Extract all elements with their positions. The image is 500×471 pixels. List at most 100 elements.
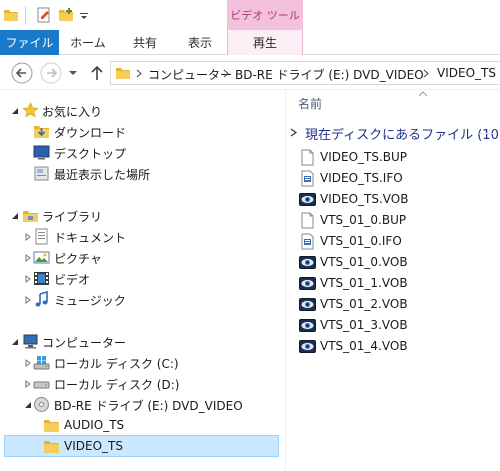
expanded-chevron-icon[interactable] (12, 107, 18, 115)
pictures-icon (33, 251, 50, 264)
column-header-name[interactable]: 名前 (298, 95, 322, 112)
group-divider (479, 133, 497, 134)
nav-item-videos[interactable]: ビデオ (0, 268, 281, 289)
up-arrow-icon[interactable] (90, 65, 104, 81)
customize-quick-access-icon[interactable] (80, 12, 88, 20)
tab-share[interactable]: 共有 (117, 30, 173, 55)
collapsed-chevron-icon[interactable] (25, 233, 31, 241)
nav-item-audio-ts[interactable]: AUDIO_TS (0, 415, 281, 436)
collapsed-chevron-icon[interactable] (25, 380, 31, 388)
file-name: VTS_01_1.VOB (320, 276, 408, 290)
nav-item-recent-places[interactable]: 最近表示した場所 (0, 163, 281, 184)
file-item[interactable]: VTS_01_3.VOB (299, 315, 500, 336)
title-bar: ビデオ ツール (0, 0, 500, 30)
nav-item-pictures[interactable]: ピクチャ (0, 247, 281, 268)
file-name: VIDEO_TS.IFO (320, 171, 403, 185)
file-item[interactable]: VTS_01_0.VOB (299, 252, 500, 273)
file-item[interactable]: VTS_01_4.VOB (299, 336, 500, 357)
expanded-chevron-icon[interactable] (12, 338, 18, 346)
nav-libraries[interactable]: ライブラリ (0, 205, 281, 226)
vob-file-icon (299, 319, 316, 332)
nav-item-bd-drive[interactable]: BD-RE ドライブ (E:) DVD_VIDEO (0, 394, 281, 415)
expanded-chevron-icon[interactable] (25, 401, 31, 409)
nav-item-label: ローカル ディスク (D:) (54, 378, 180, 392)
nav-item-label: ダウンロード (54, 126, 127, 140)
system-drive-icon (33, 356, 50, 370)
file-item[interactable]: VTS_01_0.BUP (299, 210, 500, 231)
blank-file-icon (301, 212, 314, 229)
ifo-file-icon (301, 170, 314, 187)
ribbon-tabs: ファイル ホーム 共有 表示 再生 (0, 30, 500, 55)
folder-icon (116, 68, 130, 79)
sort-ascending-icon (419, 91, 427, 96)
file-item[interactable]: VIDEO_TS.IFO (299, 168, 500, 189)
group-header[interactable]: 現在ディスクにあるファイル (10) (286, 121, 500, 145)
nav-item-label: BD-RE ドライブ (E:) DVD_VIDEO (54, 399, 243, 413)
collapsed-chevron-icon[interactable] (25, 254, 31, 262)
videos-icon (34, 272, 49, 285)
nav-favorites[interactable]: お気に入り (0, 100, 281, 121)
chevron-right-icon[interactable] (223, 69, 229, 78)
new-folder-icon[interactable] (58, 7, 74, 23)
file-name: VTS_01_0.VOB (320, 255, 408, 269)
file-item[interactable]: VIDEO_TS.VOB (299, 189, 500, 210)
forward-button[interactable] (40, 62, 62, 84)
back-button[interactable] (11, 62, 33, 84)
navigation-bar: コンピューター BD-RE ドライブ (E:) DVD_VIDEO VIDEO_… (0, 56, 500, 90)
file-name: VTS_01_4.VOB (320, 339, 408, 353)
nav-item-drive-c[interactable]: ローカル ディスク (C:) (0, 352, 281, 373)
nav-favorites-label: お気に入り (42, 105, 103, 119)
file-name: VTS_01_2.VOB (320, 297, 408, 311)
nav-item-downloads[interactable]: ダウンロード (0, 121, 281, 142)
recent-locations-icon[interactable] (69, 69, 77, 77)
tab-play[interactable]: 再生 (227, 30, 303, 55)
quick-access-separator (25, 6, 26, 24)
chevron-right-icon[interactable] (136, 69, 142, 78)
folder-icon (44, 420, 59, 432)
star-icon (22, 102, 39, 118)
breadcrumb-video-ts[interactable]: VIDEO_TS (437, 66, 496, 80)
tab-home[interactable]: ホーム (59, 30, 117, 55)
nav-item-label: ビデオ (54, 273, 91, 287)
chevron-right-icon[interactable] (423, 69, 429, 78)
address-bar[interactable]: コンピューター BD-RE ドライブ (E:) DVD_VIDEO VIDEO_… (110, 61, 500, 85)
vob-file-icon (299, 340, 316, 353)
file-item[interactable]: VTS_01_1.VOB (299, 273, 500, 294)
blank-file-icon (301, 149, 314, 166)
properties-icon[interactable] (36, 7, 52, 23)
group-expanded-chevron-icon[interactable] (290, 128, 298, 137)
vob-file-icon (299, 193, 316, 206)
nav-item-label: デスクトップ (54, 147, 127, 161)
file-name: VTS_01_3.VOB (320, 318, 408, 332)
breadcrumb-computer[interactable]: コンピューター (148, 66, 232, 83)
nav-item-desktop[interactable]: デスクトップ (0, 142, 281, 163)
folder-icon[interactable] (3, 7, 19, 23)
nav-item-label: ドキュメント (54, 231, 127, 245)
nav-item-music[interactable]: ミュージック (0, 289, 281, 310)
expanded-chevron-icon[interactable] (12, 212, 18, 220)
libraries-icon (23, 211, 38, 222)
nav-computer-label: コンピューター (42, 336, 127, 350)
nav-item-label: 最近表示した場所 (54, 168, 151, 182)
file-item[interactable]: VIDEO_TS.BUP (299, 147, 500, 168)
folder-icon (44, 441, 59, 453)
file-name: VTS_01_0.BUP (320, 213, 407, 227)
nav-libraries-label: ライブラリ (42, 210, 103, 224)
nav-item-video-ts[interactable]: VIDEO_TS (4, 435, 279, 457)
group-title: 現在ディスクにあるファイル (10) (305, 128, 500, 143)
tab-view[interactable]: 表示 (173, 30, 227, 55)
collapsed-chevron-icon[interactable] (25, 359, 31, 367)
nav-computer[interactable]: コンピューター (0, 331, 281, 352)
collapsed-chevron-icon[interactable] (25, 296, 31, 304)
file-name: VIDEO_TS.VOB (320, 192, 409, 206)
tab-file[interactable]: ファイル (0, 30, 59, 55)
file-list-pane: 名前 現在ディスクにあるファイル (10) VIDEO_TS.BUP VIDEO… (286, 91, 500, 471)
file-item[interactable]: VTS_01_0.IFO (299, 231, 500, 252)
nav-item-drive-d[interactable]: ローカル ディスク (D:) (0, 373, 281, 394)
collapsed-chevron-icon[interactable] (25, 275, 31, 283)
file-item[interactable]: VTS_01_2.VOB (299, 294, 500, 315)
recent-places-icon (34, 166, 49, 181)
nav-item-label: VIDEO_TS (64, 439, 123, 453)
breadcrumb-bd-drive[interactable]: BD-RE ドライブ (E:) DVD_VIDEO (235, 66, 424, 83)
nav-item-documents[interactable]: ドキュメント (0, 226, 281, 247)
